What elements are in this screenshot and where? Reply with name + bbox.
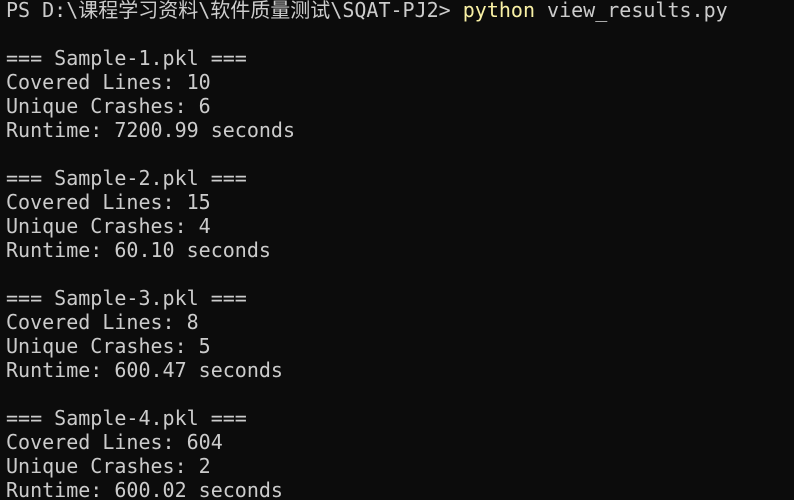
runtime: Runtime: 60.10 seconds bbox=[6, 238, 271, 262]
result-block-1: === Sample-1.pkl === Covered Lines: 10 U… bbox=[6, 46, 794, 142]
command-args: view_results.py bbox=[535, 0, 728, 22]
prompt-line: PS D:\课程学习资料\软件质量测试\SQAT-PJ2> python vie… bbox=[6, 0, 794, 22]
runtime: Runtime: 7200.99 seconds bbox=[6, 118, 295, 142]
command-name: python bbox=[462, 0, 535, 22]
covered-lines: Covered Lines: 604 bbox=[6, 430, 223, 454]
prompt-path: PS D:\课程学习资料\软件质量测试\SQAT-PJ2> bbox=[6, 0, 463, 22]
covered-lines: Covered Lines: 8 bbox=[6, 310, 199, 334]
result-header: === Sample-1.pkl === bbox=[6, 46, 247, 70]
terminal-window[interactable]: PS D:\课程学习资料\软件质量测试\SQAT-PJ2> python vie… bbox=[0, 0, 794, 498]
result-header: === Sample-2.pkl === bbox=[6, 166, 247, 190]
result-header: === Sample-4.pkl === bbox=[6, 406, 247, 430]
unique-crashes: Unique Crashes: 2 bbox=[6, 454, 211, 478]
unique-crashes: Unique Crashes: 4 bbox=[6, 214, 211, 238]
result-block-4: === Sample-4.pkl === Covered Lines: 604 … bbox=[6, 406, 794, 498]
unique-crashes: Unique Crashes: 6 bbox=[6, 94, 211, 118]
unique-crashes: Unique Crashes: 5 bbox=[6, 334, 211, 358]
result-block-3: === Sample-3.pkl === Covered Lines: 8 Un… bbox=[6, 286, 794, 382]
runtime: Runtime: 600.47 seconds bbox=[6, 358, 283, 382]
result-header: === Sample-3.pkl === bbox=[6, 286, 247, 310]
result-block-2: === Sample-2.pkl === Covered Lines: 15 U… bbox=[6, 166, 794, 262]
covered-lines: Covered Lines: 10 bbox=[6, 70, 211, 94]
runtime: Runtime: 600.02 seconds bbox=[6, 478, 283, 498]
covered-lines: Covered Lines: 15 bbox=[6, 190, 211, 214]
